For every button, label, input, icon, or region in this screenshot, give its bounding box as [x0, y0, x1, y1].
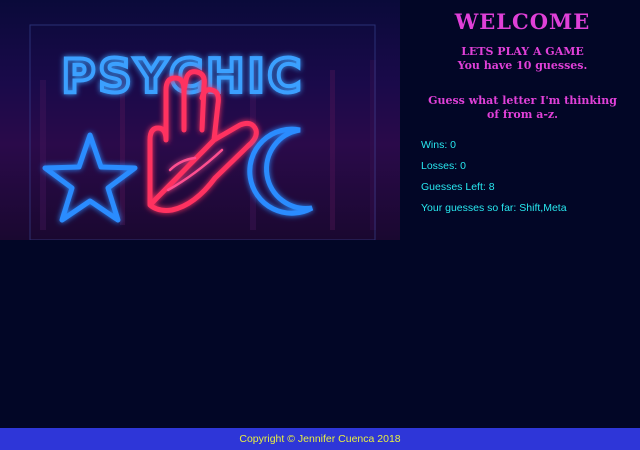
guesses-so-far-value: Shift,Meta: [519, 202, 567, 214]
wins-value: 0: [450, 139, 457, 151]
losses-value: 0: [460, 160, 466, 172]
copyright-text: Copyright © Jennifer Cuenca 2018: [239, 433, 401, 445]
game-subtitle: You have 10 guesses.: [457, 59, 588, 72]
wins-label: Wins:: [421, 139, 451, 151]
game-prompt-line2: of from a-z.: [486, 108, 558, 121]
welcome-heading: WELCOME: [454, 9, 591, 34]
crescent-moon-icon: [247, 126, 314, 216]
guesses-so-far-label: Your guesses so far:: [421, 202, 520, 214]
wins-stat: Wins: 0: [421, 139, 456, 151]
losses-stat: Losses: 0: [421, 160, 466, 172]
neon-sign-graphic: PSYCHIC: [29, 24, 376, 240]
guesses-left-value: 8: [488, 181, 495, 193]
footer: Copyright © Jennifer Cuenca 2018: [0, 428, 640, 450]
losses-label: Losses:: [421, 160, 461, 172]
guesses-left-label: Guesses Left:: [421, 181, 489, 193]
psychic-neon-sign-image: PSYCHIC: [0, 0, 400, 240]
guesses-left-stat: Guesses Left: 8: [421, 181, 495, 193]
game-prompt-line1: Guess what letter I'm thinking: [428, 94, 617, 107]
game-title: LETS PLAY A GAME: [461, 45, 584, 58]
guesses-so-far-stat: Your guesses so far: Shift,Meta: [421, 202, 567, 214]
